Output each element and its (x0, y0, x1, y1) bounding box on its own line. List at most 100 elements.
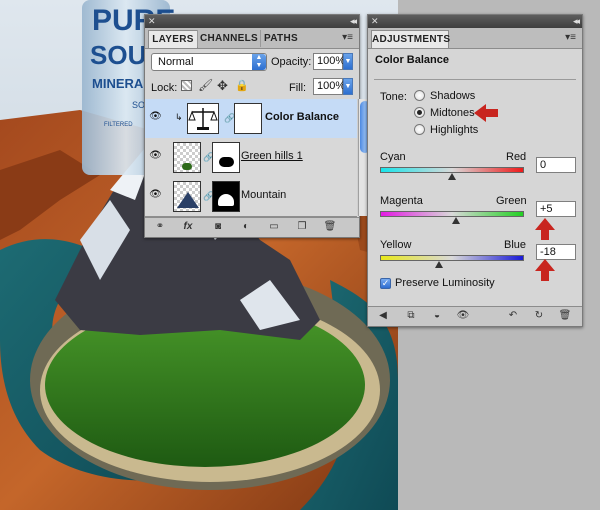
fill-value: 100% (317, 80, 346, 92)
radio-midtones-label[interactable]: Midtones (430, 107, 475, 119)
preserve-luminosity-checkbox[interactable]: ✓ (380, 278, 391, 289)
collapse-icon[interactable]: ◂◂ (573, 15, 580, 27)
opacity-input[interactable]: 100% (313, 53, 346, 70)
layer-mask-thumbnail[interactable] (234, 103, 262, 134)
eye-icon[interactable]: 👁 (456, 310, 470, 322)
fill-input[interactable]: 100% (313, 78, 346, 95)
link-layers-icon[interactable]: ⚭ (153, 221, 167, 233)
slider-cyan-red-right-label: Red (506, 151, 527, 163)
fill-dropdown-icon[interactable]: ▼ (343, 78, 353, 95)
slider-yellow-blue-input[interactable]: -18 (536, 244, 576, 260)
layer-list: 👁 ↳ 🔗 Color Balance 👁 🔗 Green hills 1 👁 (145, 99, 372, 217)
slider-magenta-green-value: +5 (540, 203, 553, 215)
bottle-label-line-5: FILTERED (104, 122, 133, 128)
chevron-updown-icon: ▲ ▼ (252, 54, 266, 70)
reset-icon[interactable]: ↻ (532, 310, 546, 322)
new-group-folder-icon[interactable]: ▭ (267, 221, 281, 233)
tab-paths[interactable]: PATHS (260, 30, 301, 47)
blend-mode-select[interactable]: Normal ▲ ▼ (151, 53, 267, 71)
tab-layers[interactable]: LAYERS (148, 30, 198, 48)
adjustments-panel-titlebar[interactable]: ✕ ◂◂ (368, 15, 582, 28)
mountain-thumbnail-shape (177, 192, 199, 208)
mask-shape (219, 157, 234, 167)
layer-name[interactable]: Mountain (241, 189, 286, 201)
lock-position-move-icon[interactable]: ✥ (217, 78, 228, 94)
layers-panel-titlebar[interactable]: ✕ ◂◂ (145, 15, 359, 28)
tab-channels[interactable]: CHANNELS (197, 30, 260, 47)
opacity-dropdown-icon[interactable]: ▼ (343, 53, 353, 70)
tab-adjustments[interactable]: ADJUSTMENTS (371, 30, 451, 48)
layer-name[interactable]: Green hills 1 (241, 150, 303, 162)
tab-adjustments-label: ADJUSTMENTS (372, 34, 451, 45)
add-mask-icon[interactable]: ◙ (211, 221, 225, 233)
mask-shape (218, 194, 234, 206)
new-adjustment-layer-icon[interactable]: ◐ (239, 221, 253, 233)
slider-magenta-green-left-label: Magenta (380, 195, 423, 207)
layers-panel: ✕ ◂◂ LAYERS CHANNELS PATHS ▾≡ Normal ▲ ▼ … (144, 14, 372, 238)
slider-cyan-red-input[interactable]: 0 (536, 157, 576, 173)
layer-name[interactable]: Color Balance (265, 111, 339, 123)
lock-image-brush-icon[interactable]: 🖌 (198, 78, 213, 92)
slider-magenta-green-right-label: Green (496, 195, 527, 207)
tab-layers-label: LAYERS (152, 34, 194, 45)
delete-trash-icon[interactable]: 🗑 (558, 310, 572, 322)
slider-yellow-blue-left-label: Yellow (380, 239, 412, 251)
radio-shadows-label[interactable]: Shadows (430, 90, 475, 102)
new-layer-icon[interactable]: ❐ (295, 221, 309, 233)
slider-yellow-blue-handle[interactable] (435, 261, 444, 268)
bottle-label-line-2: SOU (90, 40, 146, 70)
panel-menu-icon[interactable]: ▾≡ (342, 32, 353, 43)
adjustment-title: Color Balance (375, 54, 449, 66)
adjustments-body: Color Balance Tone: Shadows Midtones Hig… (368, 49, 582, 307)
clipping-arrow-icon: ↳ (175, 112, 183, 122)
layer-thumbnail[interactable] (173, 142, 201, 173)
radio-highlights-label[interactable]: Highlights (430, 124, 478, 136)
clip-to-layer-icon[interactable]: ◒ (430, 310, 444, 322)
panel-menu-icon[interactable]: ▾≡ (565, 32, 576, 43)
slider-magenta-green-input[interactable]: +5 (536, 201, 576, 217)
layers-options: Normal ▲ ▼ Opacity: 100% ▼ Lock: 🖌 ✥ 🔒 Fi… (145, 49, 359, 99)
delete-trash-icon[interactable]: 🗑 (323, 221, 337, 233)
opacity-value: 100% (317, 55, 346, 67)
adjustments-panel: ✕ ◂◂ ADJUSTMENTS ▾≡ Color Balance Tone: … (367, 14, 583, 327)
tab-channels-label: CHANNELS (200, 33, 258, 44)
lock-transparent-icon[interactable] (181, 80, 192, 91)
eye-icon[interactable]: 👁 (149, 150, 162, 162)
close-icon[interactable]: ✕ (148, 16, 156, 27)
eye-icon[interactable]: 👁 (149, 189, 162, 201)
expand-view-icon[interactable]: ⧉ (404, 310, 418, 322)
radio-shadows[interactable] (414, 90, 425, 101)
previous-state-icon[interactable]: ↶ (506, 310, 520, 322)
opacity-label: Opacity: (271, 56, 312, 68)
bottle-label-line-3: MINERA (92, 76, 144, 91)
layer-style-fx-icon[interactable]: fx (181, 221, 195, 233)
title-divider (374, 79, 576, 80)
lock-all-icon[interactable]: 🔒 (235, 79, 249, 92)
radio-highlights[interactable] (414, 124, 425, 135)
radio-midtones[interactable] (414, 107, 425, 118)
adjustment-balance-icon (187, 103, 219, 134)
adjustments-tab-bar: ADJUSTMENTS ▾≡ (368, 28, 582, 49)
tone-label: Tone: (380, 91, 407, 103)
layer-mask-thumbnail[interactable] (212, 142, 240, 173)
lock-label: Lock: (151, 82, 178, 94)
slider-cyan-red-handle[interactable] (448, 173, 456, 180)
layer-row-green-hills[interactable]: 👁 🔗 Green hills 1 (145, 138, 357, 178)
blend-mode-value: Normal (158, 56, 194, 68)
collapse-icon[interactable]: ◂◂ (350, 15, 357, 27)
slider-yellow-blue-value: -18 (540, 246, 556, 258)
layer-row-color-balance[interactable]: 👁 ↳ 🔗 Color Balance (145, 99, 357, 139)
back-arrow-icon[interactable]: ◀ (376, 310, 390, 322)
slider-yellow-blue-track[interactable] (380, 255, 524, 261)
eye-icon[interactable]: 👁 (149, 111, 162, 123)
slider-yellow-blue-right-label: Blue (504, 239, 527, 251)
layer-mask-thumbnail[interactable] (212, 181, 240, 212)
adjustments-footer-toolbar: ◀ ⧉ ◒ 👁 ↶ ↻ 🗑 (368, 306, 582, 326)
slider-magenta-green-handle[interactable] (451, 217, 460, 224)
layer-row-mountain[interactable]: 👁 🔗 Mountain (145, 177, 357, 217)
close-icon[interactable]: ✕ (371, 16, 379, 27)
preserve-luminosity-label[interactable]: Preserve Luminosity (395, 277, 495, 289)
hills-thumbnail-blob (182, 163, 192, 170)
slider-cyan-red-left-label: Cyan (380, 151, 406, 163)
layer-thumbnail[interactable] (173, 181, 201, 212)
